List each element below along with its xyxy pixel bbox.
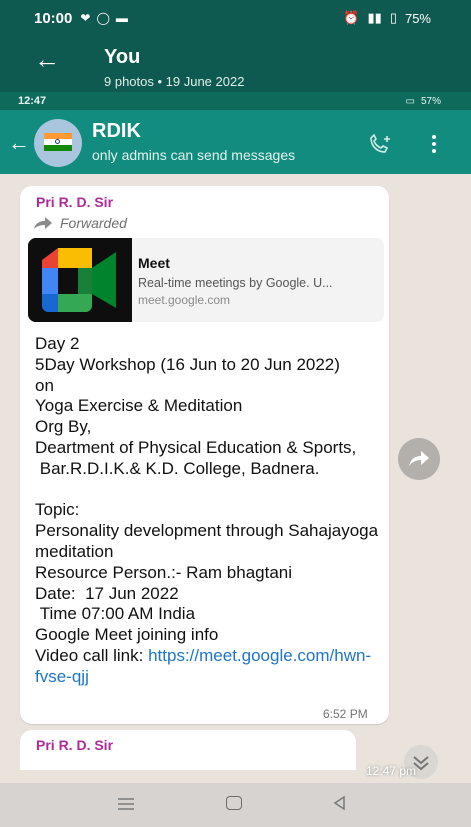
inner-battery-level: 57%	[420, 95, 441, 107]
google-meet-icon	[28, 238, 132, 322]
link-card-url: meet.google.com	[138, 293, 231, 307]
whatsapp-icon: ◯	[96, 11, 110, 25]
share-forward-button[interactable]	[398, 438, 440, 480]
battery-icon: ▯	[389, 10, 397, 25]
link-card-description: Real-time meetings by Google. U...	[138, 276, 333, 290]
outer-status-time: 10:00	[34, 9, 73, 27]
message-icon: ▬	[115, 11, 128, 25]
group-avatar[interactable]	[34, 119, 82, 167]
forwarded-label: Forwarded	[60, 215, 127, 231]
chat-back-icon[interactable]: ←	[8, 130, 30, 156]
heart-icon: ❤	[80, 11, 91, 25]
add-call-icon[interactable]	[368, 134, 392, 154]
more-options-icon[interactable]	[424, 133, 444, 155]
home-icon[interactable]	[226, 796, 242, 810]
inner-status-time: 12:47	[18, 95, 47, 107]
status-right: ⏰ ▮▮ ▯ 75%	[343, 10, 431, 26]
message-sender-next: Pri R. D. Sir	[36, 737, 114, 753]
recent-apps-icon[interactable]	[116, 797, 136, 811]
alarm-icon: ⏰	[343, 10, 360, 25]
message-text: Day 2 5Day Workshop (16 Jun to 20 Jun 20…	[35, 334, 380, 688]
message-body: Day 2 5Day Workshop (16 Jun to 20 Jun 20…	[35, 334, 379, 665]
viewer-subtitle: 9 photos • 19 June 2022	[104, 74, 245, 89]
message-sender: Pri R. D. Sir	[36, 194, 114, 210]
outer-status-bar: 10:00 ❤ ◯ ▬ ⏰ ▮▮ ▯ 75%	[0, 0, 471, 36]
message-time: 6:52 PM	[323, 707, 368, 721]
overlay-timestamp: 12:47 pm	[366, 764, 417, 778]
nav-back-icon[interactable]	[332, 795, 346, 811]
back-arrow-icon[interactable]: ←	[34, 46, 60, 72]
status-left-icons: ❤ ◯ ▬	[80, 11, 128, 25]
forward-icon	[34, 217, 52, 229]
india-flag-icon	[44, 133, 72, 151]
battery-level: 75%	[404, 10, 431, 26]
group-subtitle: only admins can send messages	[92, 147, 296, 163]
battery-icon: ▭	[405, 95, 415, 107]
inner-status-bar: 12:47 ▭ 57%	[0, 92, 471, 110]
group-name[interactable]: RDIK	[92, 120, 141, 143]
signal-icon: ▮▮	[367, 10, 382, 25]
viewer-title: You	[104, 46, 141, 68]
link-card-title: Meet	[138, 255, 170, 271]
inner-status-right: ▭ 57%	[406, 96, 441, 107]
